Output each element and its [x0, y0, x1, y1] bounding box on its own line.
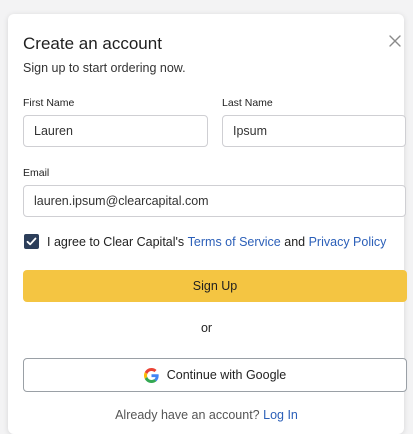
first-name-label: First Name [23, 97, 75, 109]
or-divider: or [200, 321, 213, 335]
agree-checkbox[interactable] [24, 234, 39, 249]
last-name-field[interactable] [222, 115, 406, 147]
first-name-field[interactable] [23, 115, 208, 147]
privacy-policy-link[interactable]: Privacy Policy [309, 235, 387, 249]
modal-subtitle: Sign up to start ordering now. [23, 61, 186, 75]
last-name-label: Last Name [222, 97, 273, 109]
check-icon [26, 237, 37, 246]
agree-text: I agree to Clear Capital's [47, 234, 185, 249]
email-label: Email [23, 167, 50, 179]
sign-up-button[interactable]: Sign Up [23, 270, 407, 302]
login-prompt: Already have an account? Log In [0, 408, 413, 422]
email-field[interactable] [23, 185, 406, 217]
log-in-link[interactable]: Log In [263, 408, 298, 422]
google-button-label: Continue with Google [166, 368, 287, 382]
close-icon[interactable] [388, 34, 404, 50]
agree-and-text: and [284, 234, 306, 249]
terms-of-service-link[interactable]: Terms of Service [188, 235, 281, 249]
modal-title: Create an account [23, 34, 162, 53]
continue-with-google-button[interactable]: Continue with Google [23, 358, 407, 392]
google-icon [143, 367, 159, 383]
login-prompt-text: Already have an account? [115, 408, 264, 422]
terms-agreement: I agree to Clear Capital's Terms of Serv… [24, 234, 386, 249]
